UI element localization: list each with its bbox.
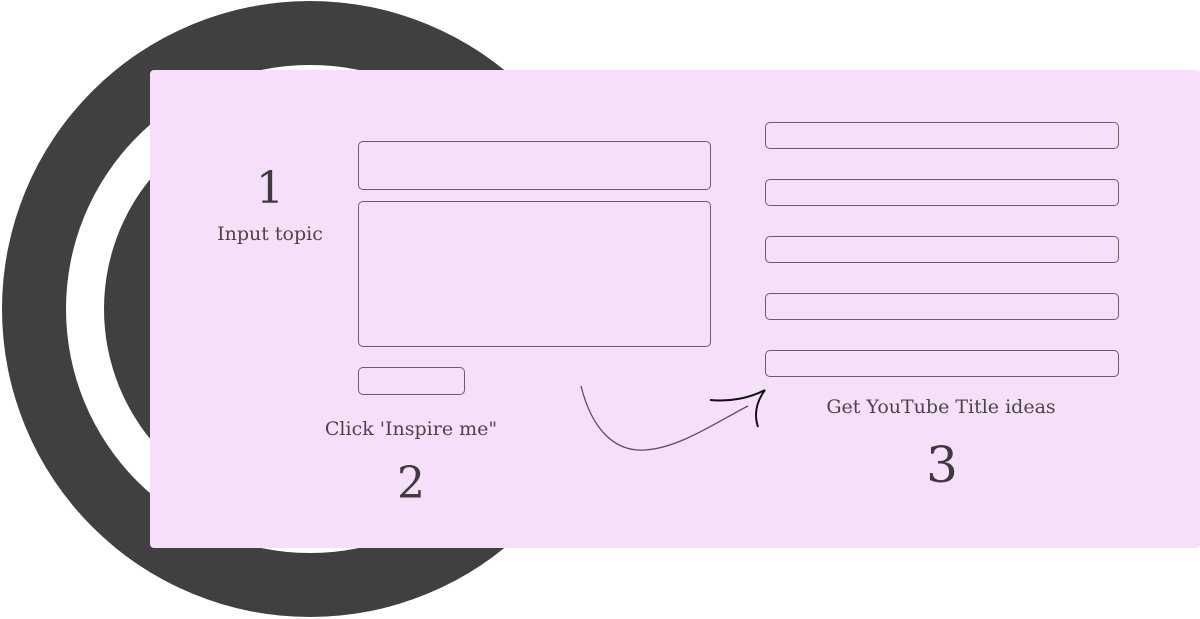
- title-idea-field-5[interactable]: [765, 350, 1119, 377]
- step-3-number: 3: [926, 436, 958, 494]
- step-3-label: Get YouTube Title ideas: [826, 396, 1056, 418]
- title-idea-field-1[interactable]: [765, 122, 1119, 149]
- step-1-number: 1: [256, 163, 284, 214]
- title-idea-field-4[interactable]: [765, 293, 1119, 320]
- title-idea-field-3[interactable]: [765, 236, 1119, 263]
- topic-input[interactable]: [358, 141, 711, 190]
- step-2-label: Click 'Inspire me": [324, 418, 498, 440]
- step-1-label: Input topic: [217, 223, 323, 245]
- details-textarea[interactable]: [358, 201, 711, 347]
- step-2-number: 2: [397, 458, 425, 509]
- inspire-me-button[interactable]: [358, 367, 465, 395]
- title-idea-field-2[interactable]: [765, 179, 1119, 206]
